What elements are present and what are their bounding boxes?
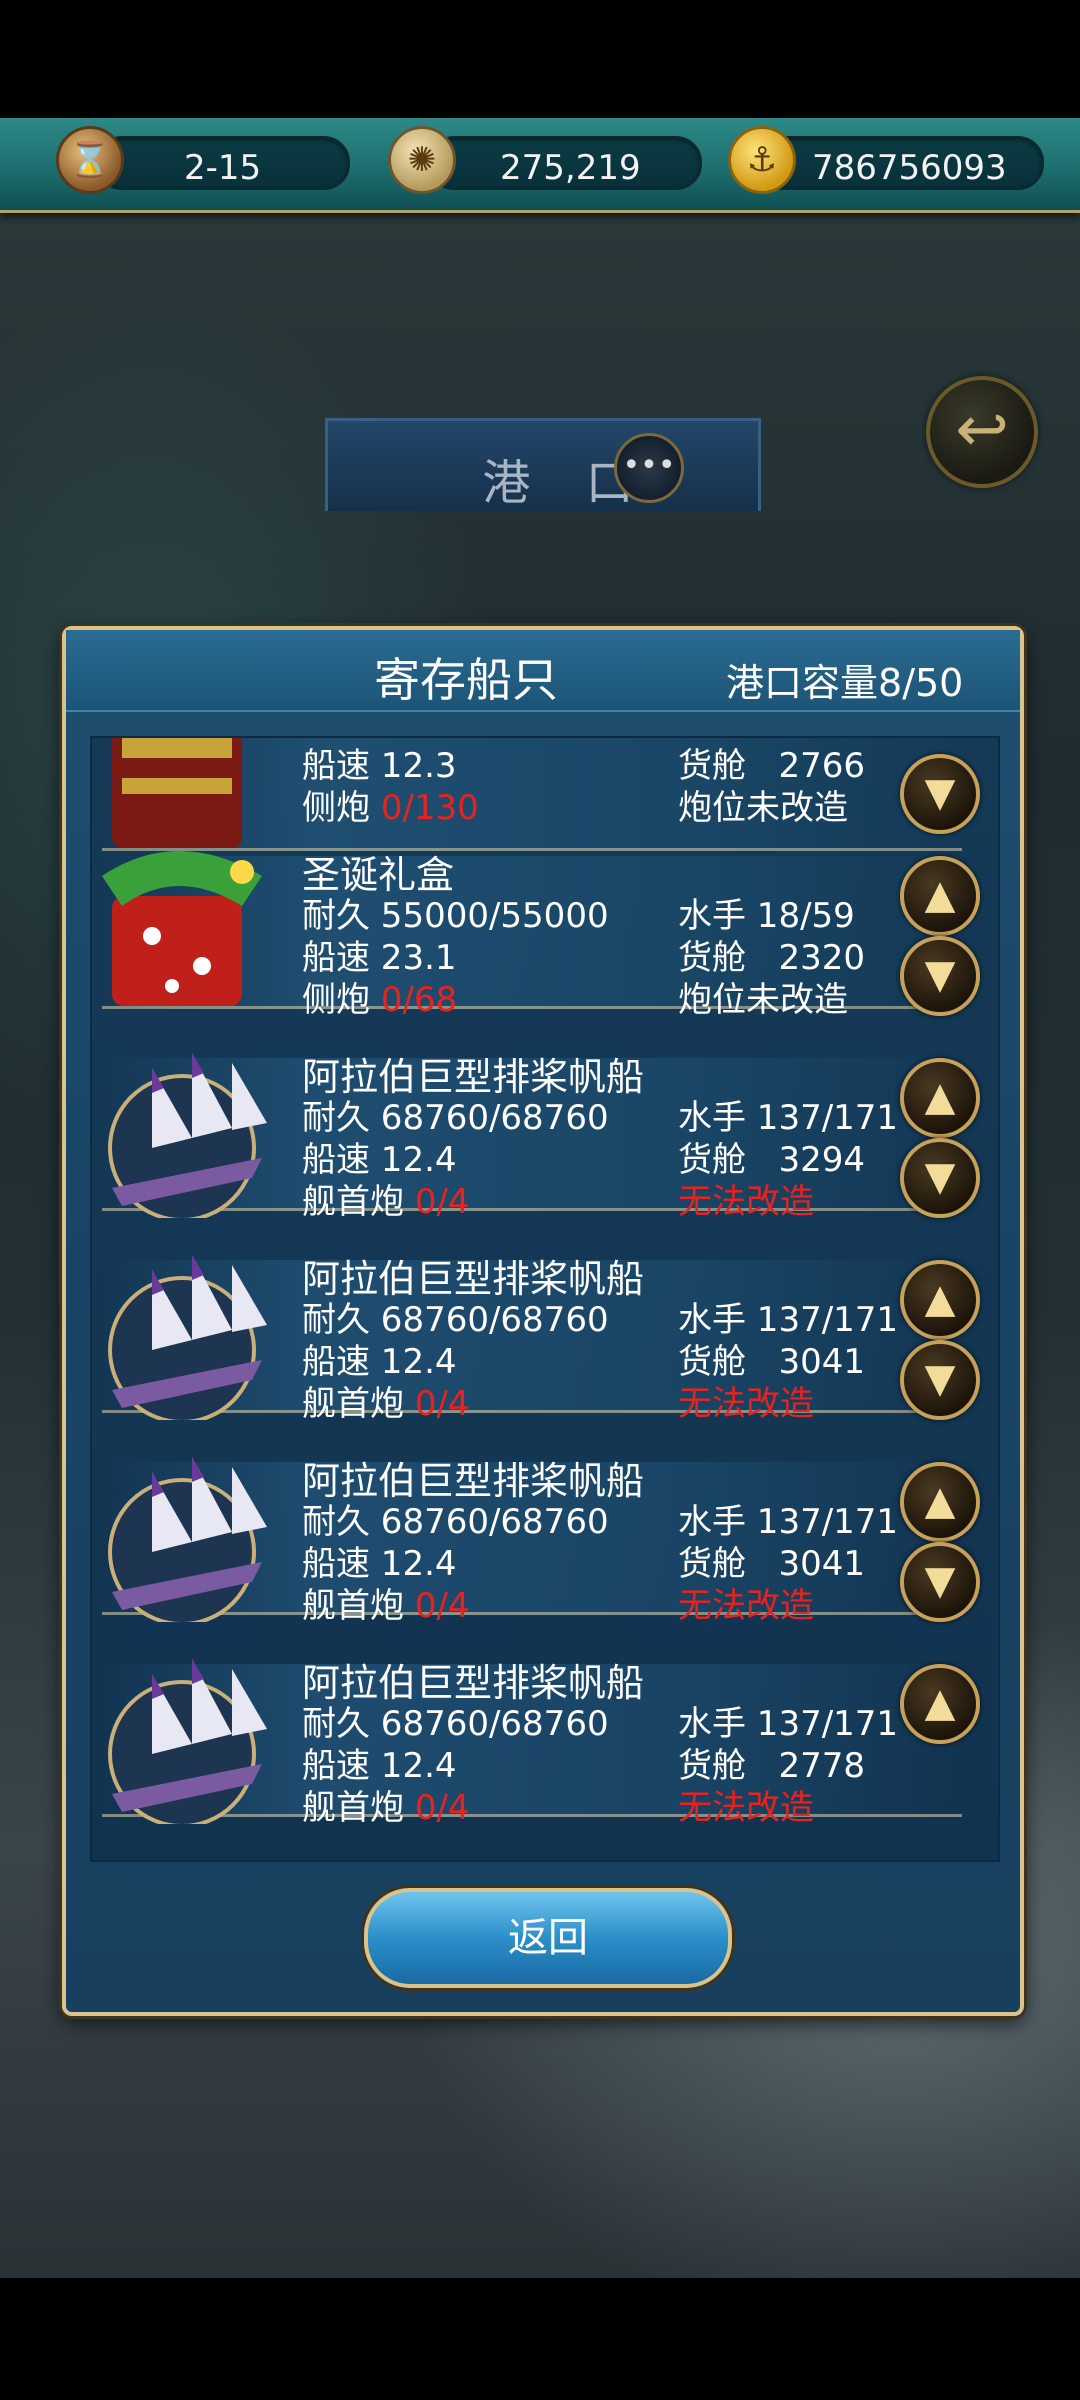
panel-title: 寄存船只 — [374, 653, 558, 707]
gold-value: 786756093 — [812, 148, 1007, 188]
gun-stat: 侧炮 0/68 — [302, 972, 457, 1021]
refit-status: 无法改造 — [678, 1384, 814, 1424]
gun-stat: 舰首炮 0/4 — [302, 1578, 470, 1627]
move-up-button[interactable]: ▲ — [900, 1260, 980, 1340]
hourglass-icon: ⌛ — [56, 126, 124, 194]
chevron-up-icon: ▲ — [924, 1276, 956, 1322]
gun-stat: 侧炮 0/130 — [302, 780, 479, 829]
ship-list[interactable]: 船速 12.3 侧炮 0/130 货舱 2766 炮位未改造 ▼ 圣诞礼盒 耐久… — [90, 736, 1000, 1862]
move-up-button[interactable]: ▲ — [900, 1058, 980, 1138]
move-up-button[interactable]: ▲ — [900, 1664, 980, 1744]
panel-header: 寄存船只 港口容量8/50 — [66, 630, 1020, 712]
refit-status: 无法改造 — [678, 1788, 814, 1828]
gun-value: 0/130 — [380, 788, 479, 828]
galley-ship-icon — [108, 1457, 267, 1622]
gun-label: 舰首炮 — [302, 1384, 404, 1424]
gun-value: 0/4 — [414, 1384, 470, 1424]
move-down-button[interactable]: ▼ — [900, 1340, 980, 1420]
gun-stat: 舰首炮 0/4 — [302, 1376, 470, 1425]
refit-status: 无法改造 — [678, 1182, 814, 1222]
move-down-button[interactable]: ▼ — [900, 1542, 980, 1622]
gun-label: 舰首炮 — [302, 1182, 404, 1222]
move-down-button[interactable]: ▼ — [900, 936, 980, 1016]
chevron-down-icon: ▼ — [924, 770, 956, 816]
gun-label: 侧炮 — [302, 788, 370, 828]
chevron-down-icon: ▼ — [924, 1356, 956, 1402]
back-arrow-icon: ↩ — [955, 393, 1009, 467]
gift-box-ship-icon — [102, 851, 262, 1006]
compass-icon: ✺ — [388, 126, 456, 194]
capacity-label: 港口容量 — [726, 661, 879, 705]
gold-field: 786756093 — [756, 136, 1044, 190]
move-up-button[interactable]: ▲ — [900, 856, 980, 936]
date-field: 2-15 — [96, 136, 350, 190]
stored-ships-panel: 寄存船只 港口容量8/50 船速 12.3 侧炮 0/130 货舱 2766 炮… — [62, 626, 1024, 2016]
gun-value: 0/4 — [414, 1182, 470, 1222]
chevron-up-icon: ▲ — [924, 872, 956, 918]
anchor-coin-icon: ⚓ — [728, 126, 796, 194]
galley-ship-icon — [108, 1053, 267, 1218]
date-text: 2-15 — [184, 148, 262, 188]
return-button[interactable]: 返回 — [364, 1888, 732, 1988]
capacity-value: 8/50 — [878, 661, 964, 705]
gun-value: 0/4 — [414, 1788, 470, 1828]
compass-value: 275,219 — [500, 148, 641, 188]
gun-label: 侧炮 — [302, 980, 370, 1020]
resource-bar: 2-15 ⌛ 275,219 ✺ 786756093 ⚓ — [0, 118, 1080, 213]
refit-status: 炮位未改造 — [678, 788, 848, 828]
chevron-up-icon: ▲ — [924, 1074, 956, 1120]
gun-value: 0/4 — [414, 1586, 470, 1626]
refit-status: 无法改造 — [678, 1586, 814, 1626]
game-screen: 2-15 ⌛ 275,219 ✺ 786756093 ⚓ ↩ 港 口 ••• 寄… — [0, 118, 1080, 2278]
ship-row[interactable]: 阿拉伯巨型排桨帆船 耐久 68760/68760 船速 12.4 舰首炮 0/4… — [92, 1028, 998, 1230]
port-tab: 港 口 ••• — [325, 418, 761, 511]
move-up-button[interactable]: ▲ — [900, 1462, 980, 1542]
gun-stat: 舰首炮 0/4 — [302, 1780, 470, 1829]
gun-value: 0/68 — [380, 980, 458, 1020]
ship-row[interactable]: 阿拉伯巨型排桨帆船 耐久 68760/68760 船速 12.4 舰首炮 0/4… — [92, 1230, 998, 1432]
chevron-down-icon: ▼ — [924, 1558, 956, 1604]
move-down-button[interactable]: ▼ — [900, 1138, 980, 1218]
move-down-button[interactable]: ▼ — [900, 754, 980, 834]
compass-field: 275,219 — [428, 136, 702, 190]
ship-row[interactable]: 阿拉伯巨型排桨帆船 耐久 68760/68760 船速 12.4 舰首炮 0/4… — [92, 1634, 998, 1836]
back-button[interactable]: ↩ — [926, 376, 1038, 488]
galley-ship-icon — [108, 1659, 267, 1824]
port-capacity: 港口容量8/50 — [726, 652, 963, 707]
ship-row[interactable]: 圣诞礼盒 耐久 55000/55000 船速 23.1 侧炮 0/68 水手 1… — [92, 826, 998, 1028]
chevron-up-icon: ▲ — [924, 1680, 956, 1726]
chat-icon[interactable]: ••• — [614, 433, 684, 503]
chevron-up-icon: ▲ — [924, 1478, 956, 1524]
gun-stat: 舰首炮 0/4 — [302, 1174, 470, 1223]
gun-label: 舰首炮 — [302, 1788, 404, 1828]
galley-ship-icon — [108, 1255, 267, 1420]
chevron-down-icon: ▼ — [924, 1154, 956, 1200]
chevron-down-icon: ▼ — [924, 952, 956, 998]
gun-label: 舰首炮 — [302, 1586, 404, 1626]
refit-status: 炮位未改造 — [678, 980, 848, 1020]
return-label: 返回 — [508, 1915, 588, 1961]
ship-row[interactable]: 阿拉伯巨型排桨帆船 耐久 68760/68760 船速 12.4 舰首炮 0/4… — [92, 1432, 998, 1634]
